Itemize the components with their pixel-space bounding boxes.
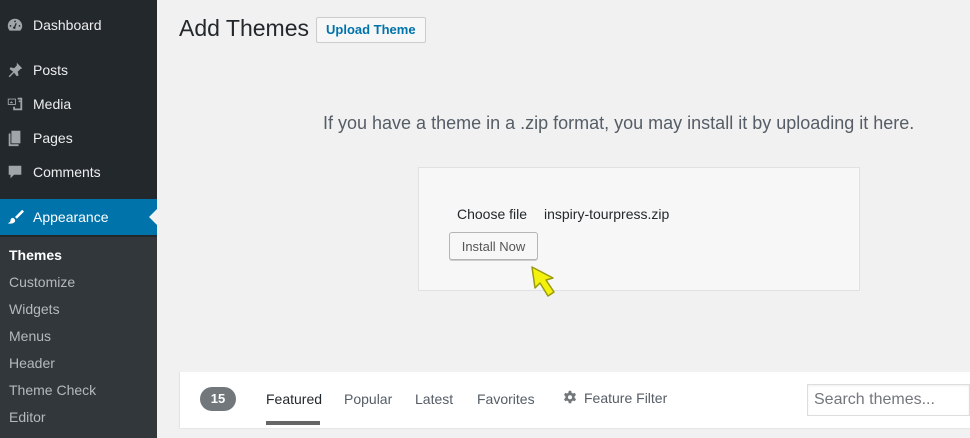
theme-count-badge: 15 [200, 387, 236, 411]
upload-theme-button[interactable]: Upload Theme [316, 17, 426, 43]
admin-sidebar: Dashboard Posts Media Pages Comments App… [0, 0, 157, 438]
page-title: Add Themes [179, 15, 309, 41]
search-themes-input[interactable] [807, 384, 970, 416]
upload-help-text: If you have a theme in a .zip format, yo… [323, 113, 915, 133]
tab-popular[interactable]: Popular [344, 391, 392, 407]
submenu-customize[interactable]: Customize [9, 274, 75, 290]
sidebar-item-appearance[interactable]: Appearance [0, 199, 157, 235]
sidebar-item-label: Pages [33, 130, 73, 146]
tab-featured[interactable]: Featured [266, 391, 322, 407]
sidebar-item-media[interactable]: Media [0, 87, 157, 121]
pin-icon [6, 61, 24, 79]
submenu-menus[interactable]: Menus [9, 328, 51, 344]
choose-file-button[interactable]: Choose file [457, 206, 527, 222]
selected-file-name: inspiry-tourpress.zip [544, 206, 670, 222]
sidebar-item-comments[interactable]: Comments [0, 155, 157, 189]
submenu-widgets[interactable]: Widgets [9, 301, 60, 317]
sidebar-item-label: Posts [33, 62, 69, 78]
sidebar-item-pages[interactable]: Pages [0, 121, 157, 155]
feature-filter-button[interactable]: Feature Filter [562, 390, 667, 406]
appearance-submenu: Themes Customize Widgets Menus Header Th… [0, 237, 157, 438]
sidebar-item-dashboard[interactable]: Dashboard [0, 8, 157, 42]
sidebar-item-label: Comments [33, 164, 101, 180]
gear-icon [564, 390, 576, 404]
tab-latest[interactable]: Latest [415, 391, 453, 407]
submenu-theme-check[interactable]: Theme Check [9, 382, 96, 398]
install-now-button[interactable]: Install Now [449, 232, 538, 260]
upload-form-box [418, 167, 860, 291]
dashboard-icon [6, 16, 24, 34]
sidebar-item-label: Dashboard [33, 17, 102, 33]
brush-icon [6, 208, 24, 226]
tab-favorites[interactable]: Favorites [477, 391, 535, 407]
pointer-arrow-icon [531, 266, 555, 297]
active-tab-indicator [266, 421, 320, 425]
sidebar-item-label: Media [33, 96, 72, 112]
sidebar-item-label: Appearance [33, 209, 109, 225]
submenu-header[interactable]: Header [9, 355, 55, 371]
feature-filter-label: Feature Filter [584, 390, 668, 406]
submenu-editor[interactable]: Editor [9, 409, 46, 425]
active-menu-arrow [149, 209, 157, 225]
media-icon [6, 95, 24, 113]
sidebar-item-posts[interactable]: Posts [0, 53, 157, 87]
comment-icon [6, 163, 24, 181]
submenu-themes[interactable]: Themes [9, 247, 62, 263]
pages-icon [6, 129, 24, 147]
